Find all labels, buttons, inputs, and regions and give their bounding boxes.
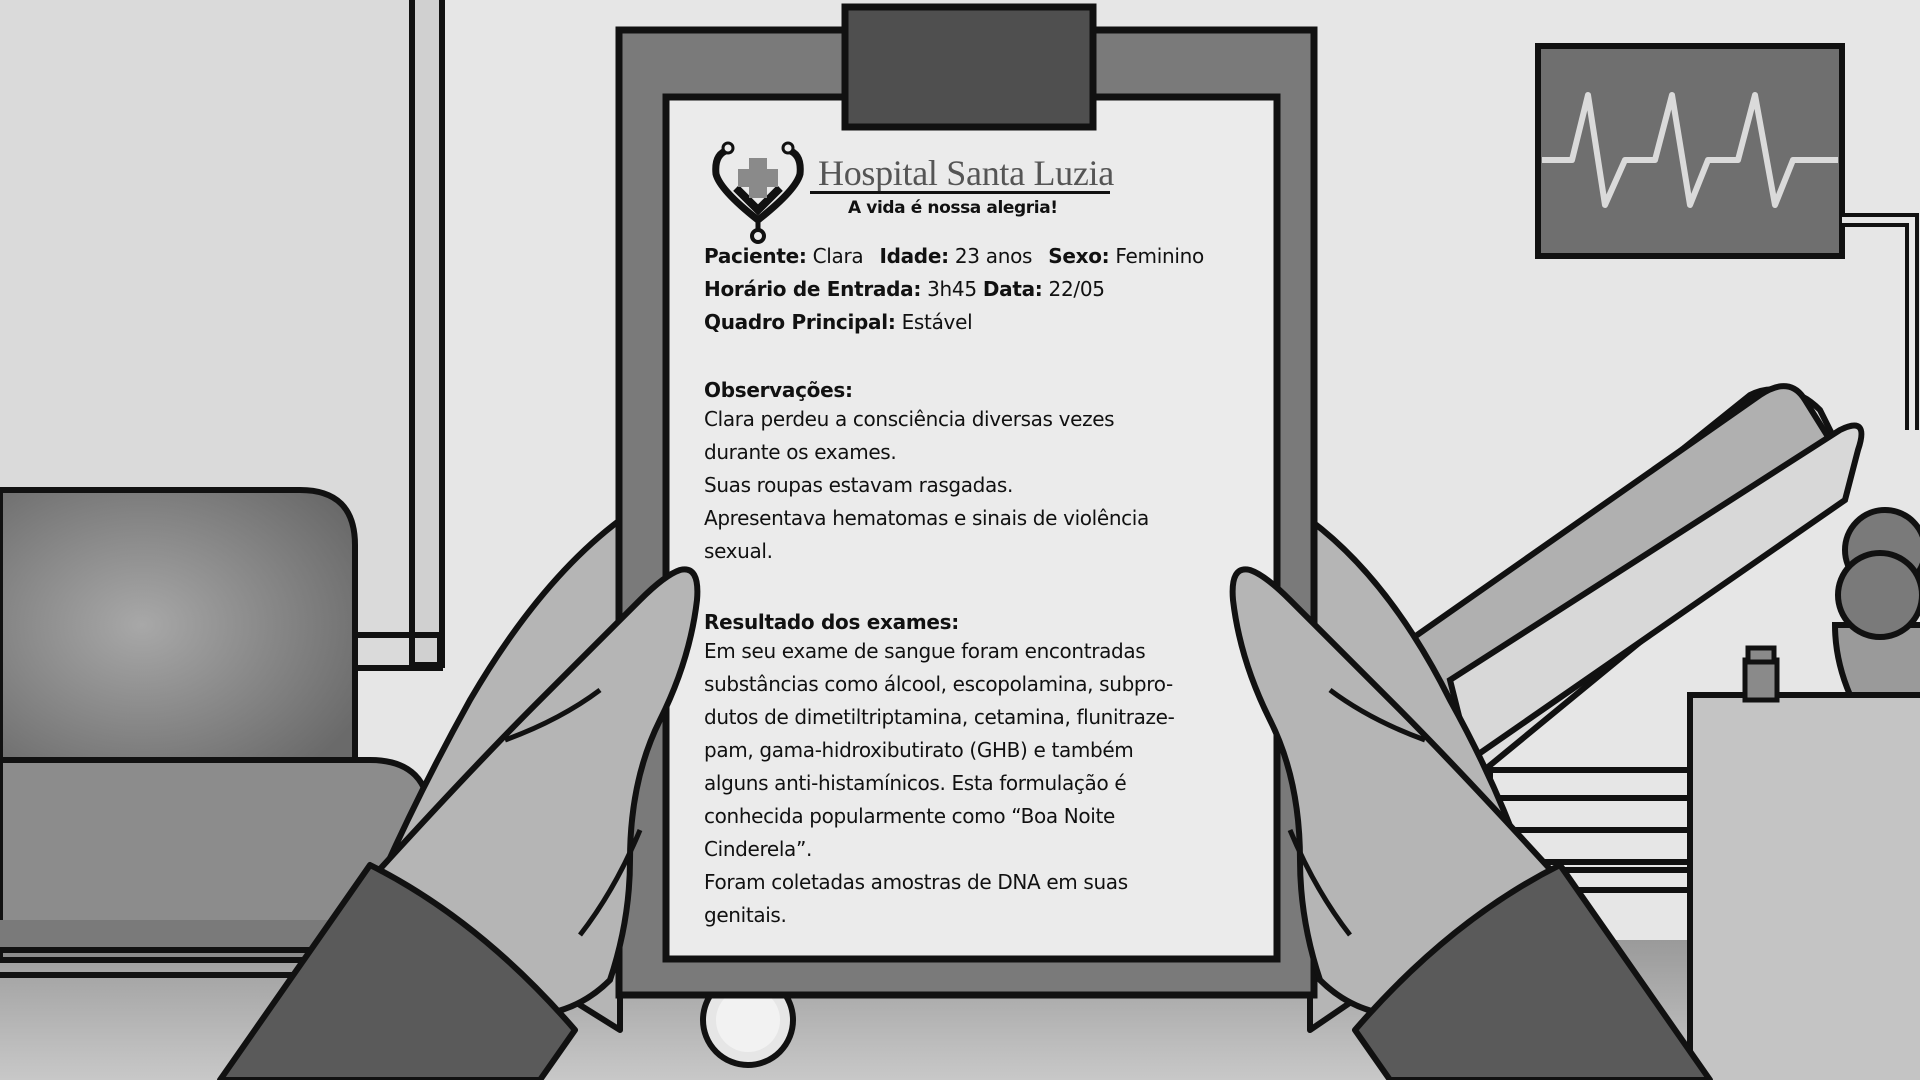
clipboard-clip xyxy=(841,3,1097,131)
observations-heading: Observações: xyxy=(704,378,853,402)
age-label: Idade: xyxy=(879,244,949,268)
observations-text: Clara perdeu a consciência diversas veze… xyxy=(704,407,1149,563)
sex-label: Sexo: xyxy=(1048,244,1110,268)
entry-info-line: Horário de Entrada: 3h45 Data: 22/05 xyxy=(704,273,1105,306)
entry-time-value: 3h45 xyxy=(927,277,977,301)
condition-line: Quadro Principal: Estável xyxy=(704,306,973,339)
hospital-tagline: A vida é nossa alegria! xyxy=(848,198,1058,218)
condition-label: Quadro Principal: xyxy=(704,310,896,334)
date-label: Data: xyxy=(982,277,1043,301)
results-text: Em seu exame de sangue foram encontradas… xyxy=(704,639,1175,927)
patient-value: Clara xyxy=(812,244,864,268)
hospital-name: Hospital Santa Luzia xyxy=(818,153,1114,193)
date-value: 22/05 xyxy=(1048,277,1105,301)
tagline-rule xyxy=(810,191,1110,194)
sex-value: Feminino xyxy=(1115,244,1204,268)
age-value: 23 anos xyxy=(954,244,1033,268)
patient-label: Paciente: xyxy=(704,244,807,268)
entry-time-label: Horário de Entrada: xyxy=(704,277,922,301)
patient-info-line: Paciente: Clara Idade: 23 anos Sexo: Fem… xyxy=(704,240,1204,273)
medical-record: Hospital Santa Luzia A vida é nossa aleg… xyxy=(688,110,1248,930)
stethoscope-heart-cross-icon xyxy=(708,140,808,245)
condition-value: Estável xyxy=(901,310,973,334)
results-heading: Resultado dos exames: xyxy=(704,610,959,634)
